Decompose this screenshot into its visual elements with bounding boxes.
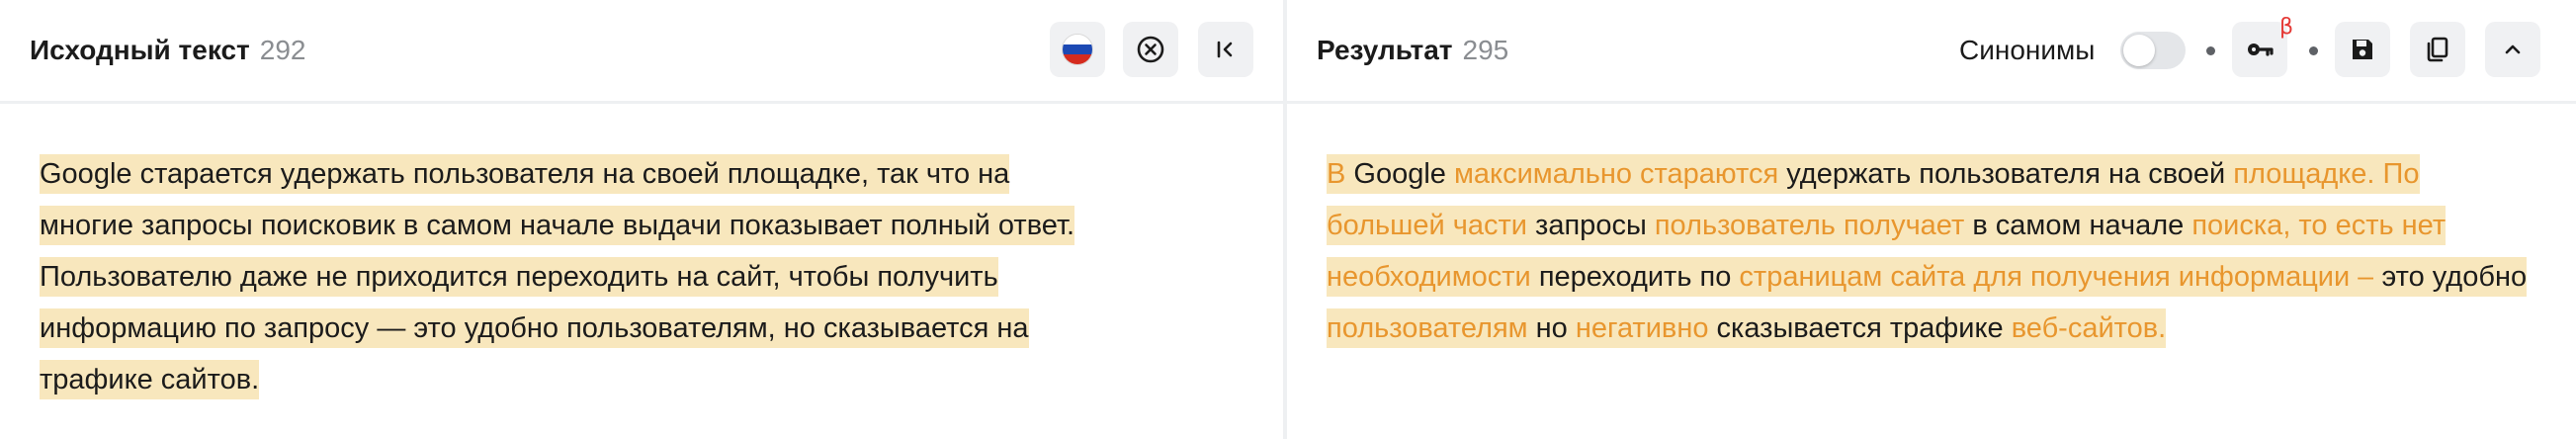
changed-text-segment[interactable]: максимально стараются: [1453, 154, 1779, 194]
save-icon: [2353, 40, 2372, 59]
result-header: Результат 295 Синонимы β: [1287, 0, 2576, 104]
source-char-count: 292: [259, 35, 306, 65]
changed-text-segment[interactable]: пользователь получает: [1654, 206, 1965, 245]
unchanged-text-segment: удержать пользователя на своей: [1778, 154, 2234, 194]
source-text-segment: Google старается удержать пользователя н…: [40, 154, 1010, 194]
separator-dot: [2206, 46, 2215, 55]
clear-button[interactable]: [1123, 22, 1178, 77]
source-text-area[interactable]: Google старается удержать пользователя н…: [40, 148, 1244, 405]
changed-text-segment[interactable]: площадке.: [2233, 154, 2375, 194]
changed-text-segment[interactable]: пользователям: [1327, 308, 1528, 348]
copy-icon: [2427, 37, 2448, 62]
result-panel: Результат 295 Синонимы β В Google максим…: [1287, 0, 2576, 439]
source-title-label: Исходный текст: [30, 35, 250, 65]
key-icon: [2248, 44, 2274, 56]
language-button[interactable]: [1050, 22, 1105, 77]
close-circle-icon: [1137, 36, 1164, 63]
chevron-up-icon: [2505, 44, 2521, 54]
unchanged-text-segment: но: [1527, 308, 1576, 348]
collapse-button[interactable]: [1198, 22, 1253, 77]
beta-badge: β: [2279, 15, 2294, 40]
source-title: Исходный текст 292: [30, 32, 305, 69]
source-text-segment: многие запросы поисковик в самом начале …: [40, 206, 1075, 245]
result-char-count: 295: [1462, 35, 1509, 65]
unchanged-text-segment: сказывается трафике: [1708, 308, 2012, 348]
changed-text-segment[interactable]: негативно: [1575, 308, 1709, 348]
source-text-segment: трафике сайтов.: [40, 360, 260, 399]
changed-text-segment[interactable]: страницам сайта для получения информации…: [1739, 257, 2374, 297]
unchanged-text-segment: это удобно: [2373, 257, 2528, 297]
source-text-segment: Пользователю даже не приходится переходи…: [40, 257, 998, 297]
paraphraser-app: Исходный текст 292 Google старается удер…: [0, 0, 2576, 439]
unchanged-text-segment: Google: [1345, 154, 1454, 194]
result-title-label: Результат: [1317, 35, 1453, 65]
source-panel: Исходный текст 292 Google старается удер…: [0, 0, 1283, 439]
unchanged-text-segment: запросы: [1527, 206, 1655, 245]
russia-flag-icon: [1062, 34, 1093, 65]
toggle-knob: [2123, 35, 2155, 66]
changed-text-segment[interactable]: веб-сайтов.: [2011, 308, 2167, 348]
copy-button[interactable]: [2410, 22, 2465, 77]
separator-dot: [2309, 46, 2318, 55]
unchanged-text-segment: [2374, 154, 2383, 194]
collapse-left-icon: [1217, 41, 1233, 58]
unchanged-text-segment: переходить по: [1530, 257, 1740, 297]
save-button[interactable]: [2335, 22, 2390, 77]
expand-button[interactable]: [2485, 22, 2540, 77]
source-header: Исходный текст 292: [0, 0, 1283, 104]
synonyms-toggle[interactable]: [2120, 32, 2186, 69]
result-title: Результат 295: [1317, 32, 1508, 69]
source-text-segment: информацию по запросу — это удобно польз…: [40, 308, 1029, 348]
changed-text-segment[interactable]: В: [1327, 154, 1346, 194]
synonyms-label: Синонимы: [1959, 35, 2096, 65]
result-text-area[interactable]: В Google максимально стараются удержать …: [1327, 148, 2540, 354]
unchanged-text-segment: в самом начале: [1964, 206, 2192, 245]
